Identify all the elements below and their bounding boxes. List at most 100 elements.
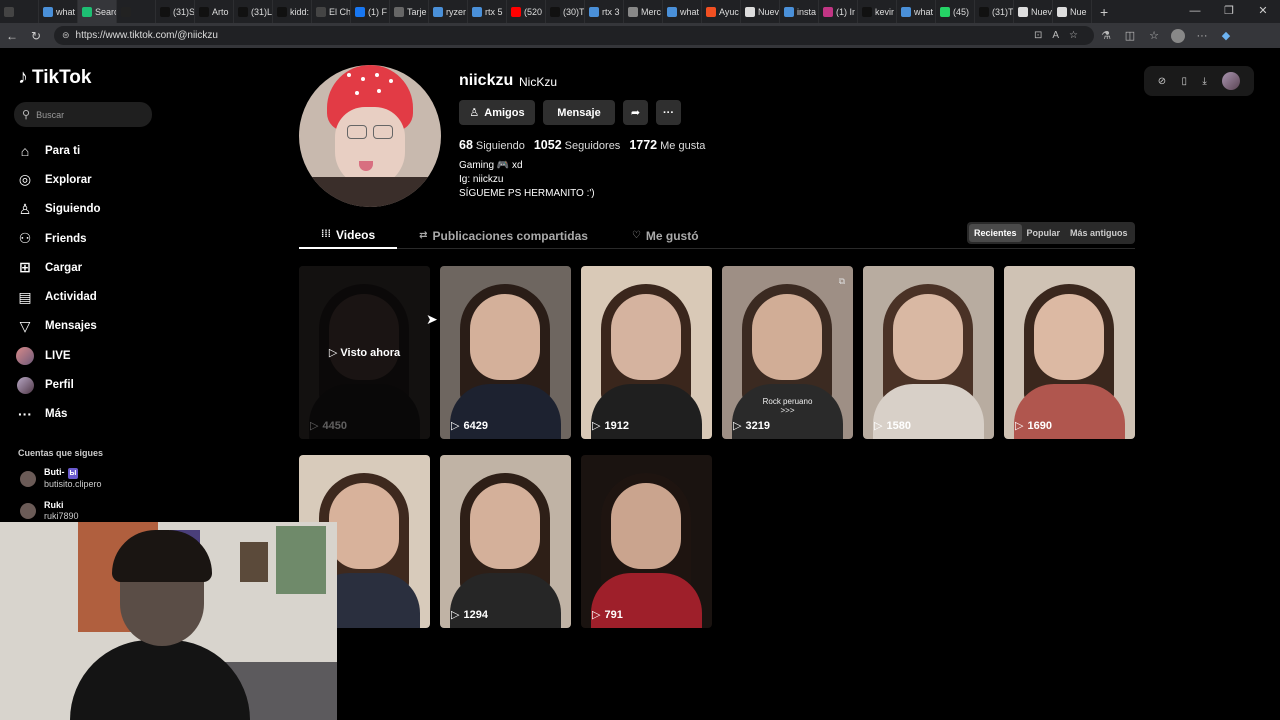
browser-tab[interactable]: Nuev (1014, 0, 1053, 23)
video-card[interactable]: ▷ 1580 (863, 266, 994, 439)
new-tab-button[interactable]: + (1092, 4, 1116, 20)
following-account[interactable]: Buti- Ы butisito.clipero (20, 467, 102, 490)
browser-tab[interactable]: ryzer (429, 0, 468, 23)
video-card[interactable]: ▷ 791 (581, 455, 712, 628)
video-card[interactable]: ⧉ Rock peruano >>> ▷ 3219 (722, 266, 853, 439)
address-bar[interactable]: ⊜ https://www.tiktok.com/@niickzu ⊡ A ☆ (54, 26, 1094, 45)
minimize-icon[interactable]: — (1178, 0, 1212, 23)
browser-tab[interactable] (0, 0, 39, 23)
browser-tab[interactable]: Ayuc (702, 0, 741, 23)
browser-tab[interactable]: Nuev (741, 0, 780, 23)
sort-option[interactable]: Más antiguos (1065, 224, 1133, 242)
sidebar-item-label: Cargar (45, 261, 83, 274)
sidebar-item-upload[interactable]: ⊞ Cargar (16, 253, 101, 282)
sidebar-item-profile[interactable]: Perfil (16, 370, 101, 399)
browser-toolbar: ← ↻ ⊜ https://www.tiktok.com/@niickzu ⊡ … (0, 23, 1280, 48)
profile-avatar (299, 65, 441, 207)
extensions-icon[interactable]: ⚗ (1094, 29, 1118, 42)
site-info-icon[interactable]: ⊜ (62, 30, 70, 41)
sidebar-item-friends[interactable]: ⚇ Friends (16, 224, 101, 253)
browser-tab[interactable]: (520 (507, 0, 546, 23)
browser-tab[interactable]: (31)L (234, 0, 273, 23)
sidebar-item-messages[interactable]: ▽ Mensajes (16, 312, 101, 341)
browser-tab[interactable]: kidd: (273, 0, 312, 23)
coins-icon[interactable]: ⊘ (1158, 76, 1166, 87)
split-screen-icon[interactable]: ◫ (1118, 29, 1142, 42)
copilot-icon[interactable]: ◆ (1214, 29, 1238, 42)
browser-tab[interactable]: (1) F (351, 0, 390, 23)
read-aloud-icon[interactable]: A (1052, 30, 1059, 41)
sidebar-item-explore[interactable]: ◎ Explorar (16, 165, 101, 194)
sort-option[interactable]: Recientes (969, 224, 1022, 242)
sidebar-item-more[interactable]: ··· Más (16, 400, 101, 429)
browser-tab[interactable]: (31)S (156, 0, 195, 23)
video-card[interactable]: ▷ 1690 (1004, 266, 1135, 439)
browser-tab[interactable]: what (39, 0, 78, 23)
browser-tab[interactable]: rtx 5 (468, 0, 507, 23)
tab-reposts[interactable]: ⇄ Publicaciones compartidas (397, 222, 610, 249)
tab-label: Searc (95, 6, 117, 17)
avatar-glasses-right (373, 125, 393, 139)
user-avatar[interactable] (1222, 72, 1241, 90)
back-icon[interactable]: ← (0, 29, 24, 43)
browser-tab[interactable]: what (897, 0, 936, 23)
browser-tab[interactable]: insta (780, 0, 819, 23)
browser-tab[interactable]: Nue (1053, 0, 1092, 23)
sidebar-item-live[interactable]: LIVE (16, 341, 101, 370)
tab-favicon-icon (979, 6, 989, 17)
close-window-icon[interactable]: ✕ (1246, 0, 1280, 23)
browser-tab[interactable]: rtx 3 (585, 0, 624, 23)
sidebar-item-home[interactable]: ⌂ Para ti (16, 136, 101, 165)
tab-label: El Ch (329, 6, 351, 17)
tab-label: Arto (212, 6, 229, 17)
video-card[interactable]: ▷ 1912 (581, 266, 712, 439)
stat-value: 1052 (533, 138, 562, 152)
search-box[interactable]: ⚲ (14, 102, 152, 127)
browser-tab[interactable] (117, 0, 156, 23)
stat-following[interactable]: 68 Siguiendo (459, 136, 525, 154)
browser-tab[interactable]: Arto (195, 0, 234, 23)
browser-tab[interactable]: (30)T (546, 0, 585, 23)
search-icon: ⚲ (22, 109, 31, 121)
download-icon[interactable]: ⤓ (1202, 76, 1206, 87)
video-card[interactable]: ▷ Visto ahora ▷ 4450 (299, 266, 430, 439)
browser-tab[interactable]: (31)T (975, 0, 1014, 23)
favorites-icon[interactable]: ☆ (1142, 29, 1166, 42)
search-input[interactable] (36, 109, 137, 120)
tiktok-logo[interactable]: ♪ TikTok (18, 66, 91, 89)
profile-avatar-icon[interactable] (1171, 28, 1185, 43)
menu-dots-icon[interactable]: ··· (1190, 30, 1214, 42)
play-icon: ▷ (310, 420, 319, 432)
sidebar-item-label: Actividad (45, 291, 97, 304)
message-button[interactable]: Mensaje (543, 100, 615, 125)
install-app-icon[interactable]: ⊡ (1034, 30, 1042, 41)
browser-tab[interactable]: kevir (858, 0, 897, 23)
video-card[interactable]: ▷ 6429 (440, 266, 571, 439)
sidebar-item-activity[interactable]: ▤ Actividad (16, 282, 101, 311)
browser-tab[interactable]: what (663, 0, 702, 23)
share-button[interactable]: ➦ (623, 100, 648, 125)
browser-tab[interactable]: (45) (936, 0, 975, 23)
friends-button[interactable]: ♙ Amigos (459, 100, 535, 125)
browser-tab[interactable]: (1) Ir (819, 0, 858, 23)
device-icon[interactable]: ▯ (1182, 76, 1188, 87)
tab-liked[interactable]: ♡ Me gustó (610, 222, 721, 249)
video-card[interactable]: ▷ 1294 (440, 455, 571, 628)
browser-tab[interactable]: Searc✕ (78, 0, 117, 23)
reload-icon[interactable]: ↻ (24, 29, 48, 43)
more-icon: ··· (18, 406, 32, 423)
tab-favicon-icon (316, 6, 326, 17)
avatar-body (299, 177, 441, 207)
sort-option[interactable]: Popular (1022, 224, 1066, 242)
browser-tab[interactable]: Tarje (390, 0, 429, 23)
favorite-star-icon[interactable]: ☆ (1069, 30, 1078, 41)
following-account[interactable]: Ruki ruki7890 (20, 500, 79, 522)
maximize-icon[interactable]: ❐ (1212, 0, 1246, 23)
more-options-button[interactable]: ··· (656, 100, 681, 125)
sidebar-item-following[interactable]: ♙ Siguiendo (16, 195, 101, 224)
tab-label: Videos (336, 227, 376, 242)
browser-tab[interactable]: El Ch (312, 0, 351, 23)
stat-followers[interactable]: 1052 Seguidores (534, 136, 620, 154)
tab-videos[interactable]: ⁞⁞⁞ Videos (299, 222, 398, 249)
browser-tab[interactable]: Merc (624, 0, 663, 23)
